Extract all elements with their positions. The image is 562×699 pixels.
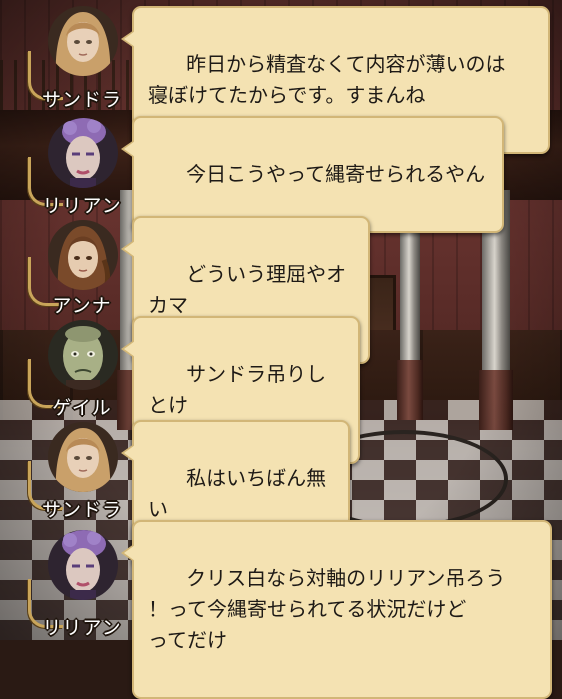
speaker-name: サンドラ <box>41 89 122 111</box>
message-text: どういう理屈やオカマ <box>148 262 347 317</box>
chat-message: リリアン 今日こうやって縄寄せられるやん <box>0 114 562 233</box>
speaker-badge[interactable]: ゲイル <box>28 312 134 420</box>
chat-message: リリアン クリス白なら対軸のリリアン吊ろう ！って今縄寄せられてる状況だけど っ… <box>0 516 562 699</box>
chat-message: アンナ どういう理屈やオカマ <box>0 214 562 364</box>
sandra-portrait-icon <box>48 6 118 76</box>
message-text: 今日こうやって縄寄せられるやん <box>186 162 486 186</box>
lilian-portrait-icon <box>48 118 118 188</box>
chat-message: サンドラ 昨日から精査なくて内容が薄いのは 寝ぼけてたからです。すまんね <box>0 0 562 154</box>
speaker-name: リリアン <box>42 617 122 639</box>
chat-message: サンドラ 私はいちばん無い <box>0 414 562 568</box>
message-text: 私はいちばん無い <box>148 466 327 521</box>
message-text: 昨日から精査なくて内容が薄いのは 寝ぼけてたからです。すまんね <box>148 52 506 107</box>
sandra-portrait-icon <box>48 422 118 492</box>
speaker-badge[interactable]: サンドラ <box>28 0 134 112</box>
message-bubble[interactable]: クリス白なら対軸のリリアン吊ろう ！って今縄寄せられてる状況だけど ってだけ <box>121 520 552 699</box>
speaker-badge[interactable]: リリアン <box>28 114 134 218</box>
speaker-badge[interactable]: サンドラ <box>28 414 134 522</box>
gale-portrait-icon <box>48 320 118 390</box>
chat-message: ゲイル サンドラ吊りしとけ <box>0 312 562 464</box>
message-text: サンドラ吊りしとけ <box>148 362 327 417</box>
speaker-badge[interactable]: リリアン <box>28 516 134 640</box>
lilian-portrait-icon <box>48 530 118 600</box>
anna-portrait-icon <box>48 220 118 290</box>
chat-log[interactable]: サンドラ 昨日から精査なくて内容が薄いのは 寝ぼけてたからです。すまんね リリア… <box>0 0 562 699</box>
speaker-badge[interactable]: アンナ <box>28 214 134 318</box>
message-text: クリス白なら対軸のリリアン吊ろう ！って今縄寄せられてる状況だけど ってだけ <box>148 566 506 652</box>
